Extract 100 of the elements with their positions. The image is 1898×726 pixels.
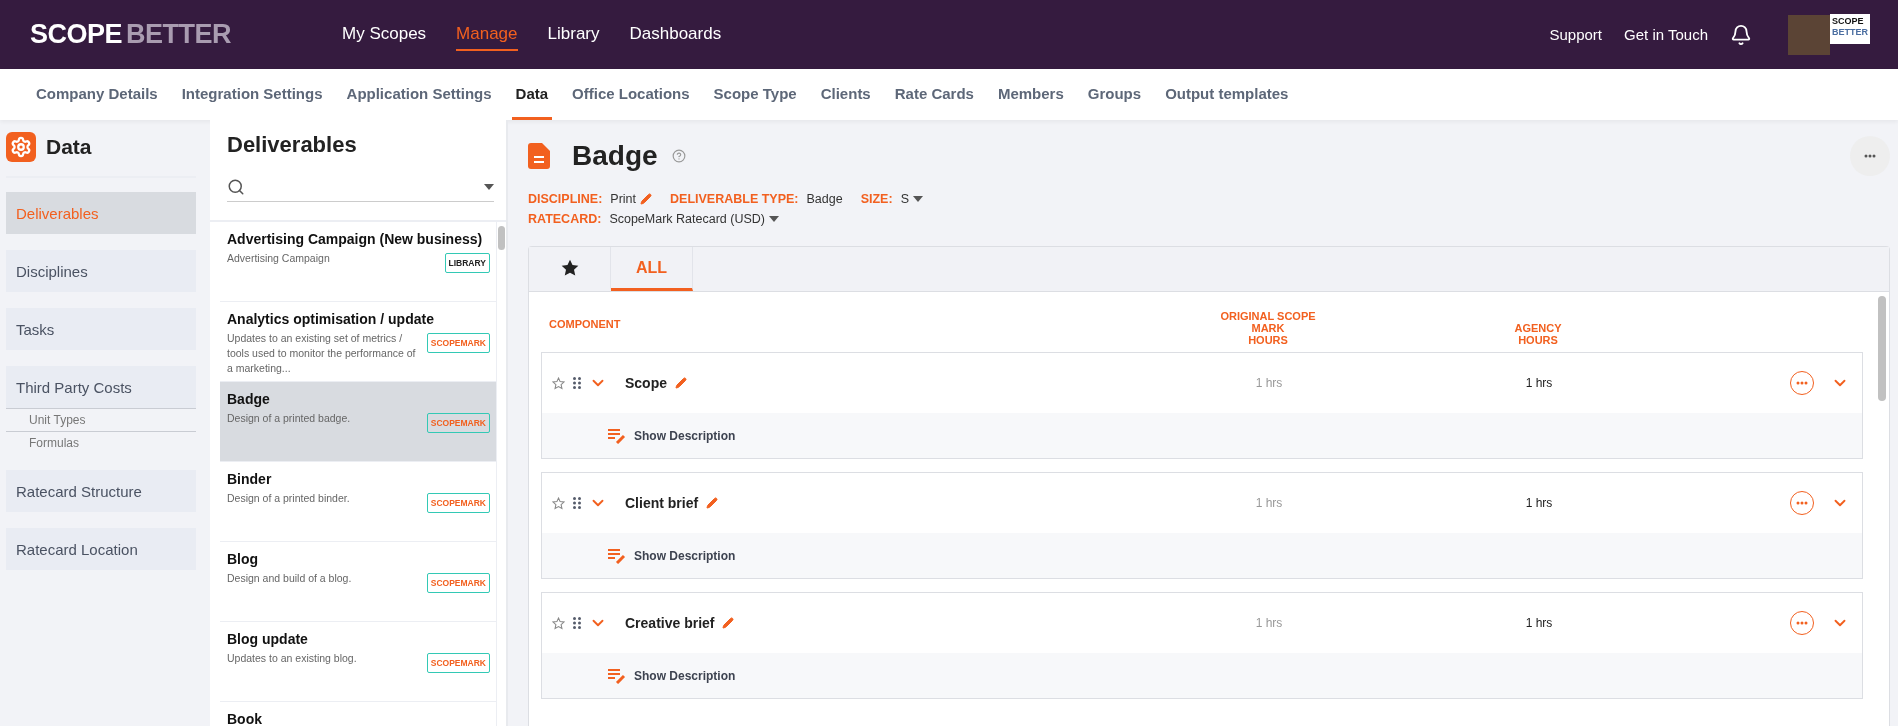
- meta-value[interactable]: ScopeMark Ratecard (USD): [609, 212, 765, 226]
- deliverable-item[interactable]: Badge Design of a printed badge. SCOPEMARK: [220, 382, 496, 462]
- sidebar-item[interactable]: Third Party Costs: [6, 366, 196, 408]
- nav-link[interactable]: My Scopes: [342, 18, 427, 51]
- meta-value[interactable]: Print: [610, 192, 636, 206]
- column-header: ORIGINAL SCOPE MARK HOURS: [1219, 310, 1317, 346]
- notification-bell-icon[interactable]: [1730, 23, 1752, 46]
- source-tag: SCOPEMARK: [426, 493, 490, 513]
- avatar-photo-placeholder[interactable]: [1788, 14, 1830, 55]
- settings-tab[interactable]: Scope Type: [709, 69, 801, 120]
- list-edit-icon: [608, 667, 628, 684]
- star-outline-icon[interactable]: [552, 496, 565, 510]
- settings-tab[interactable]: Integration Settings: [177, 69, 327, 120]
- more-button[interactable]: [1790, 371, 1814, 395]
- more-button[interactable]: [1790, 611, 1814, 635]
- pencil-icon[interactable]: [675, 377, 687, 389]
- column-header: COMPONENT: [548, 318, 622, 330]
- account-logo: SCOPE BETTER: [1830, 13, 1870, 44]
- component-name: Scope: [625, 375, 667, 391]
- list-edit-icon: [608, 427, 628, 444]
- sidebar-item[interactable]: Tasks: [6, 308, 196, 350]
- sidebar-subitem[interactable]: Formulas: [6, 431, 196, 454]
- source-tag: SCOPEMARK: [426, 413, 490, 433]
- more-icon: [1796, 381, 1808, 385]
- sidebar-title: Data: [46, 135, 92, 159]
- meta-label: SIZE:: [860, 192, 893, 206]
- deliverable-heading: Badge: [572, 140, 658, 172]
- deliverable-title: Book: [227, 711, 263, 726]
- settings-tab[interactable]: Clients: [816, 69, 875, 120]
- meta-label: DELIVERABLE TYPE:: [670, 192, 799, 206]
- deliverable-title: Binder: [227, 471, 273, 487]
- original-hours: 1 hrs: [1254, 496, 1284, 510]
- deliverable-title: Advertising Campaign (New business): [227, 231, 484, 247]
- original-hours: 1 hrs: [1254, 616, 1284, 630]
- column-header: AGENCY HOURS: [1513, 322, 1563, 346]
- drag-handle-icon[interactable]: [573, 377, 581, 389]
- source-tag: SCOPEMARK: [426, 653, 490, 673]
- agency-hours: 1 hrs: [1524, 616, 1554, 630]
- meta-value[interactable]: S: [900, 192, 909, 206]
- logo[interactable]: SCOPEBETTER: [30, 19, 342, 50]
- settings-tab[interactable]: Application Settings: [342, 69, 496, 120]
- source-tag: SCOPEMARK: [426, 333, 490, 353]
- deliverable-title: Badge: [227, 391, 271, 407]
- nav-link[interactable]: Dashboards: [629, 18, 722, 51]
- settings-icon: [6, 132, 36, 162]
- deliverable-description: Advertising Campaign: [227, 251, 331, 266]
- deliverable-title: Analytics optimisation / update: [227, 311, 435, 327]
- star-outline-icon[interactable]: [552, 616, 565, 630]
- settings-tab[interactable]: Company Details: [32, 69, 162, 120]
- deliverable-title: Blog: [227, 551, 260, 567]
- list-edit-icon: [608, 547, 628, 564]
- pencil-icon[interactable]: [640, 193, 652, 205]
- settings-tab[interactable]: Output templates: [1161, 69, 1293, 120]
- show-description-button[interactable]: Show Description: [608, 667, 736, 684]
- deliverable-title: Blog update: [227, 631, 309, 647]
- settings-tab[interactable]: Groups: [1083, 69, 1146, 120]
- settings-tab[interactable]: Office Locations: [568, 69, 694, 120]
- nav-link[interactable]: Manage: [456, 18, 518, 51]
- header-link[interactable]: Support: [1549, 26, 1603, 43]
- caret-icon: [484, 183, 494, 190]
- settings-tab[interactable]: Members: [993, 69, 1068, 120]
- agency-hours: 1 hrs: [1524, 376, 1554, 390]
- drag-handle-icon[interactable]: [573, 497, 581, 509]
- more-icon: [1864, 154, 1876, 158]
- agency-hours: 1 hrs: [1524, 496, 1554, 510]
- more-icon: [1796, 621, 1808, 625]
- sidebar-item[interactable]: Disciplines: [6, 250, 196, 292]
- show-description-button[interactable]: Show Description: [608, 547, 736, 564]
- source-tag: SCOPEMARK: [426, 573, 490, 593]
- header-link[interactable]: Get in Touch: [1624, 26, 1708, 43]
- component-name: Client brief: [625, 495, 699, 511]
- help-icon[interactable]: [671, 149, 686, 163]
- scrollbar-thumb[interactable]: [498, 226, 505, 250]
- meta-label: RATECARD:: [528, 212, 602, 226]
- original-hours: 1 hrs: [1254, 376, 1284, 390]
- list-title: Deliverables: [227, 132, 358, 158]
- show-description-button[interactable]: Show Description: [608, 427, 736, 444]
- deliverable-description: Design and build of a blog.: [227, 571, 353, 586]
- sidebar-subitem[interactable]: Unit Types: [6, 408, 196, 431]
- settings-tab[interactable]: Data: [511, 69, 553, 120]
- deliverable-description: Design of a printed binder.: [227, 491, 351, 506]
- more-icon: [1796, 501, 1808, 505]
- caret-icon: [912, 196, 923, 202]
- sidebar-item[interactable]: Ratecard Location: [6, 528, 196, 570]
- meta-label: DISCIPLINE:: [528, 192, 603, 206]
- source-tag: LIBRARY: [444, 253, 490, 273]
- settings-tab[interactable]: Rate Cards: [890, 69, 978, 120]
- more-button[interactable]: [1790, 491, 1814, 515]
- deliverable-description: Updates to an existing blog.: [227, 651, 358, 666]
- drag-handle-icon[interactable]: [573, 617, 581, 629]
- star-outline-icon[interactable]: [552, 376, 565, 390]
- nav-link[interactable]: Library: [547, 18, 600, 51]
- deliverable-description: Design of a printed badge.: [227, 411, 352, 426]
- document-icon: [528, 143, 550, 169]
- caret-icon: [769, 216, 779, 222]
- pencil-icon[interactable]: [706, 497, 719, 509]
- sidebar-item[interactable]: Ratecard Structure: [6, 470, 196, 512]
- search-icon: [227, 177, 245, 196]
- pencil-icon[interactable]: [722, 617, 735, 629]
- scrollbar-thumb[interactable]: [1878, 296, 1886, 401]
